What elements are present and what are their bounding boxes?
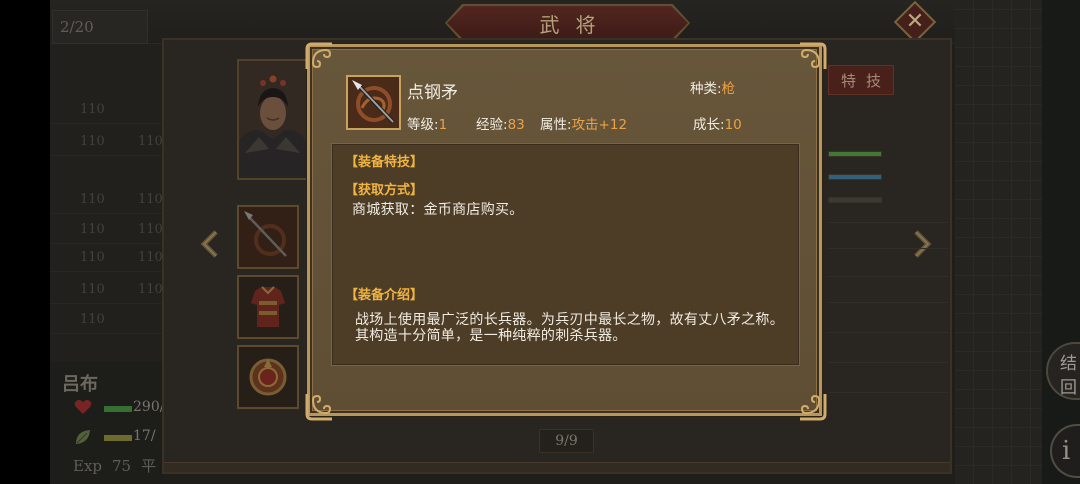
corner-ornament xyxy=(305,42,332,69)
item-info-panel: 【装备特技】 【获取方式】 商城获取：金币商店购买。 【装备介绍】 战场上使用最… xyxy=(331,143,800,366)
stat-label: 经验: xyxy=(476,117,508,133)
section-title-intro: 【装备介绍】 xyxy=(345,288,424,303)
stat-level: 等级:1 xyxy=(407,113,447,133)
intro-line: 其构造十分简单，是一种纯粹的刺杀兵器。 xyxy=(355,328,627,344)
stat-value: 83 xyxy=(507,117,525,133)
corner-ornament xyxy=(800,42,827,69)
section-title-skill: 【装备特技】 xyxy=(345,155,424,170)
game-screen: 2/20 武将 ✕ 110 110 110 110 110 110 110 11… xyxy=(0,0,1080,484)
corner-ornament xyxy=(305,394,332,421)
stat-value: 1 xyxy=(438,117,448,133)
letterbox-left xyxy=(0,0,50,484)
stat-label: 属性: xyxy=(540,117,572,133)
stat-experience: 经验:83 xyxy=(476,113,525,133)
item-icon-frame xyxy=(346,75,401,130)
item-type-value: 枪 xyxy=(721,81,736,97)
stat-label: 等级: xyxy=(407,117,439,133)
equipment-detail-modal: 点钢矛 种类:枪 等级:1 经验:83 属性:攻击+12 成长:10 【装备特技… xyxy=(305,42,827,421)
item-type: 种类:枪 xyxy=(690,77,735,97)
stat-attribute: 属性:攻击+12 xyxy=(540,113,627,133)
stat-label: 成长: xyxy=(693,117,725,133)
corner-ornament xyxy=(800,394,827,421)
stat-growth: 成长:10 xyxy=(693,113,742,133)
item-type-label: 种类: xyxy=(690,81,722,97)
section-title-source: 【获取方式】 xyxy=(345,183,424,198)
item-name: 点钢矛 xyxy=(407,83,458,103)
intro-line: 战场上使用最广泛的长兵器。为兵刃中最长之物，故有丈八矛之称。 xyxy=(355,312,784,328)
stat-value: 10 xyxy=(724,117,742,133)
spear-icon xyxy=(348,77,399,128)
stat-value: 攻击+12 xyxy=(571,117,628,133)
source-text: 商城获取：金币商店购买。 xyxy=(352,202,524,218)
